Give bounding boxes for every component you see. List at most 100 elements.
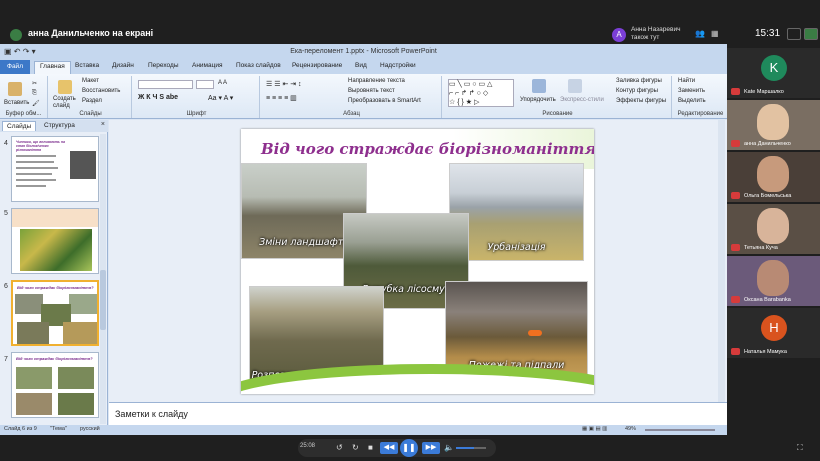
slide-scrollbar[interactable] — [718, 120, 725, 402]
thumb-number: 5 — [4, 210, 8, 217]
font-style-buttons[interactable]: Ж К Ч S abe — [138, 94, 178, 101]
tab-addins[interactable]: Надстройки — [380, 62, 416, 69]
participant-tile[interactable]: Тетьяна Куча — [727, 204, 820, 254]
mic-muted-icon — [731, 348, 740, 355]
fast-forward-button[interactable]: ▶▶ — [422, 442, 440, 454]
thumb-image — [15, 294, 43, 314]
shape-effects-button[interactable]: Эффекты фигуры — [616, 98, 666, 104]
current-slide[interactable]: Від чого страждає біорізноманіття? Зміни… — [241, 129, 594, 394]
participant-tile[interactable]: K Kate Маршалко — [727, 48, 820, 98]
tab-animation[interactable]: Анимация — [192, 62, 223, 69]
slide-thumbnail-5[interactable] — [11, 208, 99, 274]
new-slide-icon[interactable] — [58, 80, 72, 94]
tab-design[interactable]: Дизайн — [112, 62, 134, 69]
paste-icon[interactable] — [8, 82, 22, 96]
volume-slider[interactable] — [456, 447, 486, 449]
tab-file[interactable]: Файл — [0, 60, 30, 74]
grow-font-icon[interactable]: A A — [218, 80, 227, 86]
tab-home[interactable]: Главная — [34, 61, 71, 74]
window-title-bar: ▣ ↶ ↷ ▾ Ека-переломент 1.pptx - Microsof… — [0, 44, 727, 60]
participants-icon[interactable]: 👥 — [695, 29, 705, 38]
layout-icon[interactable]: ▦ — [711, 29, 719, 38]
font-name-select[interactable] — [138, 80, 193, 89]
thumb-text-line — [16, 185, 46, 187]
select-button[interactable]: Выделить — [678, 98, 706, 104]
meeting-status-icons: 👥 ▦ — [695, 29, 725, 38]
slides-panel-scrollbar[interactable] — [100, 134, 106, 424]
section-button[interactable]: Раздел — [82, 98, 102, 104]
font-size-select[interactable] — [196, 80, 214, 89]
smartart-button[interactable]: Преобразовать в SmartArt — [348, 98, 421, 104]
slide-thumbnail-6[interactable]: Від чого страждає біорізноманіття? — [11, 280, 99, 346]
thumb-title: Від чого страждає біорізноманіття? — [17, 285, 94, 290]
list-buttons[interactable]: ☰ ☰ ⇤ ⇥ ↕ — [266, 80, 302, 88]
shapes-gallery[interactable]: ▭ ╲ ▭ ○ ▭ △ ⌐ ⌐ ↱ ↱ ○ ◇ ☆ { } ★ ▷ — [448, 79, 514, 107]
thumb-image — [58, 367, 94, 389]
thumb-image — [17, 322, 49, 344]
align-buttons[interactable]: ≡ ≡ ≡ ≡ ▥ — [266, 94, 297, 102]
tab-view[interactable]: Вид — [355, 62, 367, 69]
find-button[interactable]: Найти — [678, 78, 695, 84]
stop-icon[interactable]: ■ — [368, 443, 373, 452]
ribbon-group-clipboard: Вставить ✂ ⎘ 🖌 Буфер обм... — [0, 76, 48, 118]
align-text-button[interactable]: Выровнять текст — [348, 88, 395, 94]
quick-styles-icon[interactable] — [568, 79, 582, 93]
tab-slideshow[interactable]: Показ слайдов — [236, 62, 281, 69]
tab-review[interactable]: Рецензирование — [292, 62, 342, 69]
pause-button[interactable]: ❚❚ — [400, 439, 418, 457]
thumb-title: Від чого страждає біорізноманіття? — [16, 356, 93, 361]
participant-tile[interactable]: Н Наталья Мамука — [727, 308, 820, 358]
quick-styles-button[interactable]: Экспресс-стили — [560, 97, 604, 103]
layout-button[interactable]: Макет — [82, 78, 99, 84]
tab-transitions[interactable]: Переходы — [148, 62, 179, 69]
font-color-button[interactable]: Aa ▾ A ▾ — [208, 94, 233, 102]
volume-level — [456, 447, 474, 449]
scrollbar-thumb[interactable] — [100, 270, 106, 330]
thumb-number: 4 — [4, 140, 8, 147]
new-slide-button[interactable]: Создать слайд — [53, 96, 79, 110]
forward-icon[interactable]: ↻ — [352, 443, 359, 452]
shape-fill-button[interactable]: Заливка фигуры — [616, 78, 662, 84]
arrange-button[interactable]: Упорядочить — [520, 97, 556, 103]
paste-button[interactable]: Вставить — [4, 100, 29, 106]
zoom-level[interactable]: 49% — [625, 426, 636, 432]
tab-insert[interactable]: Вставка — [75, 62, 99, 69]
shape-outline-button[interactable]: Контур фигуры — [616, 88, 658, 94]
participant-tile[interactable]: Ольга Бомельська — [727, 152, 820, 202]
thumb-number: 6 — [4, 283, 8, 290]
fullscreen-icon[interactable]: ⛶ — [797, 443, 803, 453]
tab-outline[interactable]: Структура — [40, 121, 79, 130]
thumb-image — [20, 229, 92, 271]
participant-video — [757, 104, 789, 140]
reset-button[interactable]: Восстановить — [82, 88, 120, 94]
slide-thumbnail-7[interactable]: Від чого страждає біорізноманіття? — [11, 352, 99, 418]
cut-icon[interactable]: ✂ — [32, 80, 37, 87]
mic-muted-icon — [731, 296, 740, 303]
thumb-image — [58, 393, 94, 415]
ribbon-tabs: Файл Главная Вставка Дизайн Переходы Ани… — [0, 60, 727, 74]
group-label-drawing: Рисование — [542, 111, 573, 117]
ribbon-group-paragraph: ☰ ☰ ⇤ ⇥ ↕ ≡ ≡ ≡ ≡ ▥ Направление текста В… — [262, 76, 442, 118]
participant-tile[interactable]: Оксана Barabanka — [727, 256, 820, 306]
copy-icon[interactable]: ⎘ — [32, 90, 37, 97]
text-direction-button[interactable]: Направление текста — [348, 78, 405, 84]
thumb-image — [69, 294, 97, 314]
close-panel-icon[interactable]: × — [101, 121, 105, 128]
replace-button[interactable]: Заменить — [678, 88, 705, 94]
ribbon-group-editing: Найти Заменить Выделить Редактирование — [674, 76, 727, 118]
view-buttons[interactable]: ▦ ▣ ▤ ▥ — [582, 426, 607, 432]
notes-pane[interactable]: Заметки к слайду — [109, 402, 727, 425]
format-painter-icon[interactable]: 🖌 — [32, 100, 40, 107]
presenter-name: Анна Назаревич також тут — [631, 26, 681, 41]
volume-icon[interactable]: 🔈 — [444, 443, 454, 452]
arrange-icon[interactable] — [532, 79, 546, 93]
participant-name: Ольга Бомельська — [744, 193, 792, 199]
replay-icon[interactable]: ↺ — [336, 443, 343, 452]
participant-tile[interactable]: анна Данильченко — [727, 100, 820, 150]
slide-thumbnail-4[interactable]: Чинники, що впливають на стан біологічно… — [11, 136, 99, 202]
status-bar: Слайд 6 из 9 "Тема" русский ▦ ▣ ▤ ▥ 49% — [0, 425, 727, 435]
rewind-button[interactable]: ◀◀ — [380, 442, 398, 454]
language-indicator[interactable]: русский — [80, 426, 100, 432]
tab-slides[interactable]: Слайды — [2, 121, 37, 131]
zoom-slider[interactable] — [645, 429, 715, 431]
